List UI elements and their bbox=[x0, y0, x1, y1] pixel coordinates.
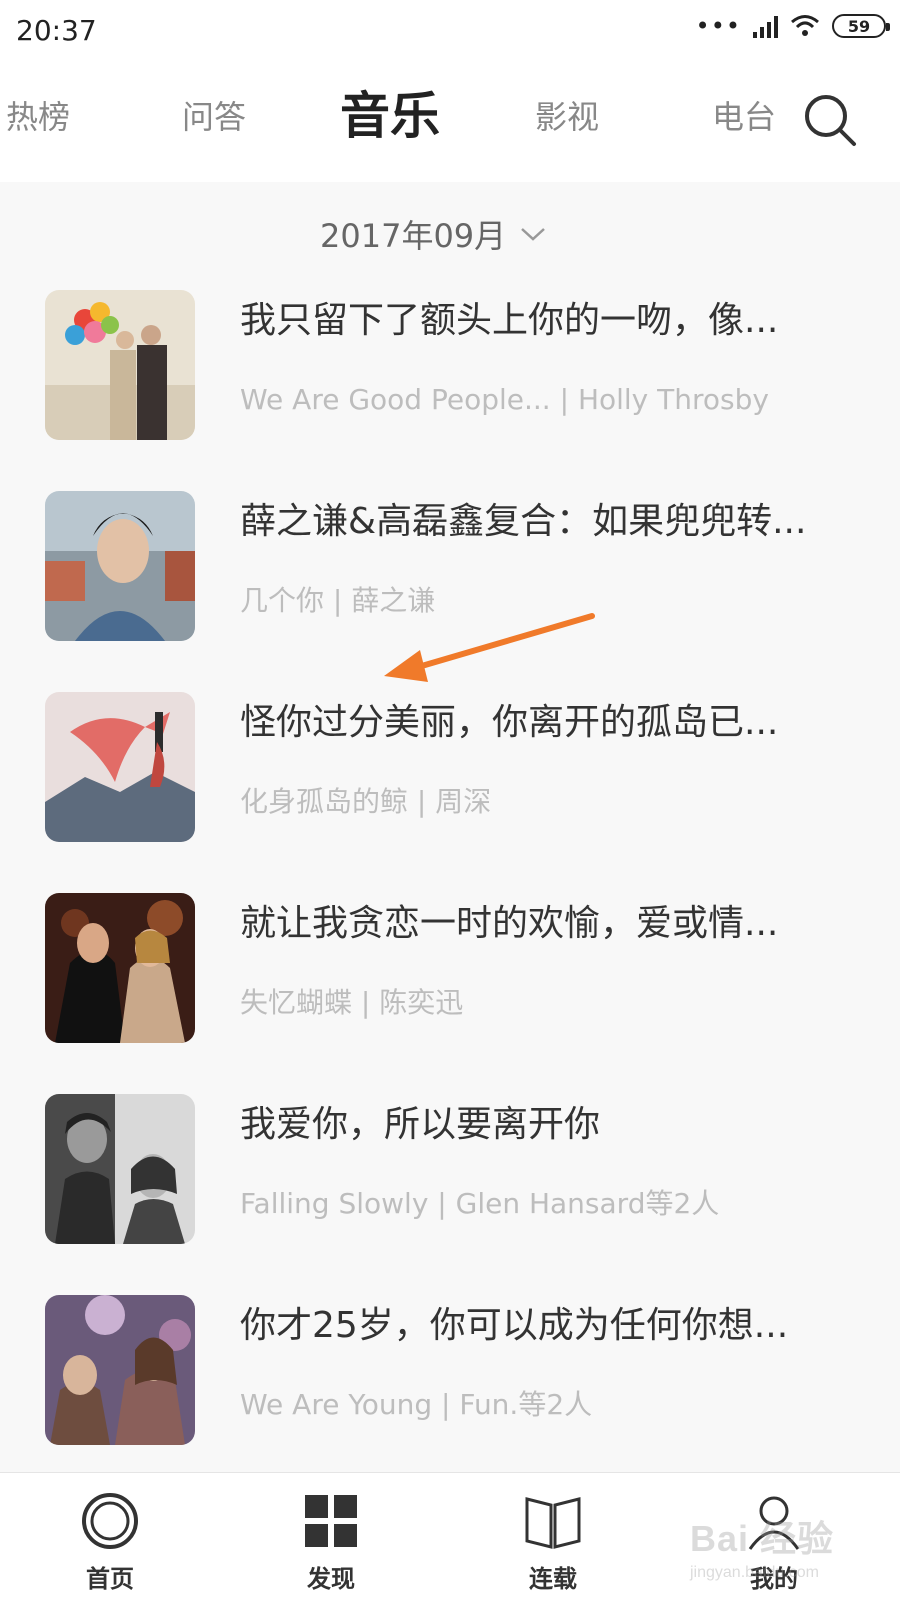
item-subtitle: 失忆蝴蝶 | 陈奕迅 bbox=[240, 986, 464, 1019]
album-cover bbox=[45, 1295, 195, 1445]
list-item[interactable]: 我爱你，所以要离开你 Falling Slowly | Glen Hansard… bbox=[0, 1094, 900, 1244]
signal-icon bbox=[753, 14, 778, 38]
grid-icon bbox=[305, 1495, 357, 1547]
date-label: 2017年09月 bbox=[320, 217, 507, 255]
nav-home[interactable]: 首页 bbox=[50, 1473, 170, 1600]
nav-home-label: 首页 bbox=[86, 1565, 134, 1593]
album-cover bbox=[45, 491, 195, 641]
nav-serial-label: 连载 bbox=[529, 1565, 577, 1593]
item-title: 我爱你，所以要离开你 bbox=[240, 1104, 601, 1145]
status-time: 20:37 bbox=[16, 14, 97, 47]
home-icon bbox=[82, 1493, 138, 1549]
list-item[interactable]: 你才25岁，你可以成为任何你想... We Are Young | Fun.等2… bbox=[0, 1295, 900, 1445]
item-subtitle: Falling Slowly | Glen Hansard等2人 bbox=[240, 1187, 720, 1220]
list-item[interactable]: 我只留下了额头上你的一吻，像... We Are Good People... … bbox=[0, 290, 900, 440]
battery-level: 59 bbox=[847, 16, 871, 36]
list-item[interactable]: 就让我贪恋一时的欢愉，爱或情... 失忆蝴蝶 | 陈奕迅 bbox=[0, 893, 900, 1043]
wifi-icon bbox=[791, 15, 819, 36]
top-tab-bar: 热榜 问答 音乐 影视 电台 bbox=[0, 62, 900, 182]
tab-radio[interactable]: 电台 bbox=[712, 98, 776, 136]
watermark-main: Bai 经验 bbox=[690, 1518, 835, 1559]
list-item[interactable]: 怪你过分美丽，你离开的孤岛已... 化身孤岛的鲸 | 周深 bbox=[0, 692, 900, 842]
album-cover bbox=[45, 1094, 195, 1244]
nav-discover[interactable]: 发现 bbox=[271, 1473, 391, 1600]
date-selector[interactable]: 2017年09月 bbox=[320, 210, 546, 258]
item-title: 怪你过分美丽，你离开的孤岛已... bbox=[240, 702, 779, 743]
tab-qa[interactable]: 问答 bbox=[182, 98, 246, 136]
chevron-down-icon bbox=[521, 228, 546, 241]
status-icons: ••• 59 bbox=[695, 12, 890, 40]
album-cover bbox=[45, 692, 195, 842]
item-title: 你才25岁，你可以成为任何你想... bbox=[240, 1305, 789, 1346]
annotation-arrow-icon bbox=[384, 613, 595, 682]
item-title: 我只留下了额头上你的一吻，像... bbox=[240, 300, 779, 341]
watermark-logo: Bai 经验 jingyan.baidu.com bbox=[690, 1510, 890, 1600]
battery-icon: 59 bbox=[832, 14, 890, 38]
nav-discover-label: 发现 bbox=[307, 1565, 355, 1593]
tab-hot[interactable]: 热榜 bbox=[6, 98, 70, 136]
more-dots-icon: ••• bbox=[695, 12, 741, 40]
item-title: 薛之谦&高磊鑫复合：如果兜兜转... bbox=[240, 501, 807, 542]
item-subtitle: We Are Young | Fun.等2人 bbox=[240, 1388, 593, 1421]
search-icon[interactable] bbox=[800, 90, 860, 150]
watermark-sub: jingyan.baidu.com bbox=[690, 1564, 819, 1581]
nav-serial[interactable]: 连载 bbox=[493, 1473, 613, 1600]
item-title: 就让我贪恋一时的欢愉，爱或情... bbox=[240, 903, 779, 944]
status-bar: 20:37 ••• 59 bbox=[0, 0, 900, 62]
item-subtitle: We Are Good People... | Holly Throsby bbox=[240, 383, 769, 416]
book-icon bbox=[525, 1497, 581, 1549]
tab-music[interactable]: 音乐 bbox=[340, 86, 440, 146]
album-cover bbox=[45, 893, 195, 1043]
item-subtitle: 化身孤岛的鲸 | 周深 bbox=[240, 785, 492, 818]
album-cover bbox=[45, 290, 195, 440]
tab-video[interactable]: 影视 bbox=[535, 98, 599, 136]
